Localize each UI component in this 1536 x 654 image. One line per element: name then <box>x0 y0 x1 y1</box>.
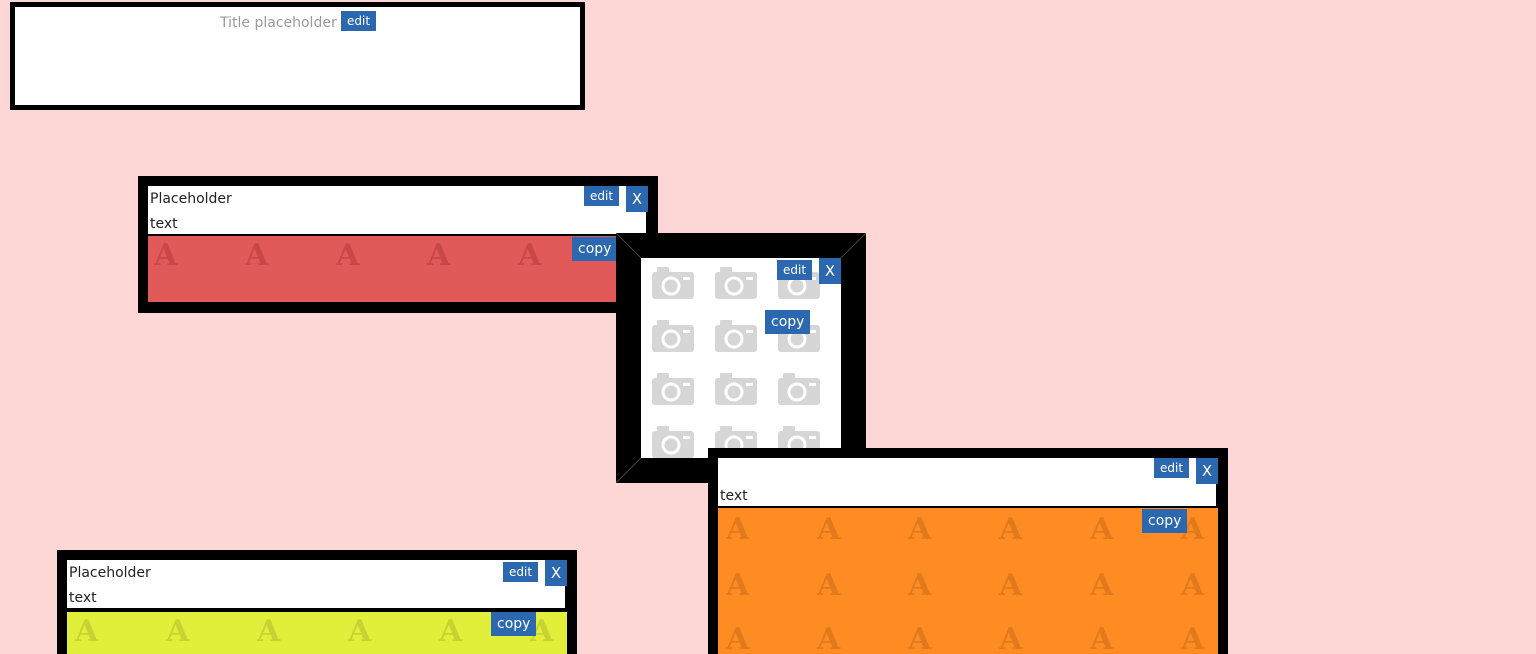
pattern-glyph: A <box>817 568 841 603</box>
pattern-glyph: A <box>1090 622 1114 654</box>
pattern-glyph: A <box>726 622 750 654</box>
pattern-glyph: A <box>245 238 269 273</box>
pattern-glyph: A <box>1181 568 1205 603</box>
copy-button[interactable]: copy <box>1142 509 1188 533</box>
pattern-glyph: A <box>427 238 451 273</box>
camera-icon <box>652 267 694 299</box>
card-placeholder-line2: text <box>69 590 97 606</box>
card-header: text <box>718 458 1216 506</box>
pattern-glyph: A <box>817 512 841 547</box>
pattern-glyph: A <box>336 238 360 273</box>
copy-button[interactable]: copy <box>572 237 618 261</box>
photo-grid <box>641 258 841 458</box>
edit-button[interactable]: edit <box>503 562 539 582</box>
pattern-glyph: A <box>348 614 372 649</box>
edit-button[interactable]: edit <box>777 260 813 280</box>
pattern-glyph: A <box>166 614 190 649</box>
pattern-glyph: A <box>726 568 750 603</box>
camera-icon <box>715 267 757 299</box>
title-placeholder: Title placeholder <box>220 15 337 31</box>
pattern-glyph: A <box>1181 622 1205 654</box>
pattern-glyph: A <box>1090 568 1114 603</box>
pattern-glyph: A <box>1090 512 1114 547</box>
pattern-glyph: A <box>817 622 841 654</box>
edit-button[interactable]: edit <box>584 186 620 206</box>
title-edit-button[interactable]: edit <box>341 11 377 31</box>
close-button[interactable]: X <box>1196 458 1218 484</box>
camera-icon <box>652 373 694 405</box>
camera-icon <box>715 373 757 405</box>
pattern-glyph: A <box>154 238 178 273</box>
title-box: Title placeholder edit <box>10 2 585 110</box>
orange-text-card: text A A A A A A A A A A A A A A A A A A… <box>708 448 1228 654</box>
close-button[interactable]: X <box>545 560 567 586</box>
card-placeholder-line2: text <box>150 216 178 232</box>
pattern-glyph: A <box>908 512 932 547</box>
close-button[interactable]: X <box>626 186 648 212</box>
pattern-glyph: A <box>257 614 281 649</box>
pattern-glyph: A <box>726 512 750 547</box>
copy-button[interactable]: copy <box>765 310 811 334</box>
card-placeholder-line1: Placeholder <box>69 565 151 581</box>
edit-button[interactable]: edit <box>1154 458 1190 478</box>
copy-button[interactable]: copy <box>491 612 537 636</box>
yellow-text-card: Placeholder text A A A A A A edit X copy <box>57 550 577 654</box>
pattern-glyph: A <box>908 622 932 654</box>
card-header: Placeholder text <box>67 560 565 608</box>
red-text-card: Placeholder text A A A A A edit X copy <box>138 176 658 313</box>
close-button[interactable]: X <box>819 258 841 284</box>
camera-icon <box>652 426 694 458</box>
camera-icon <box>715 320 757 352</box>
pattern-glyph: A <box>439 614 463 649</box>
pattern-glyph: A <box>518 238 542 273</box>
card-placeholder-line1: Placeholder <box>150 191 232 207</box>
card-color-body: A A A A A <box>148 236 618 302</box>
photo-card: edit X copy <box>616 233 866 483</box>
pattern-glyph: A <box>999 512 1023 547</box>
pattern-glyph: A <box>908 568 932 603</box>
camera-icon <box>652 320 694 352</box>
pattern-glyph: A <box>75 614 99 649</box>
camera-icon <box>778 373 820 405</box>
card-placeholder-line2: text <box>720 488 748 504</box>
pattern-glyph: A <box>999 568 1023 603</box>
card-header: Placeholder text <box>148 186 646 234</box>
pattern-glyph: A <box>999 622 1023 654</box>
